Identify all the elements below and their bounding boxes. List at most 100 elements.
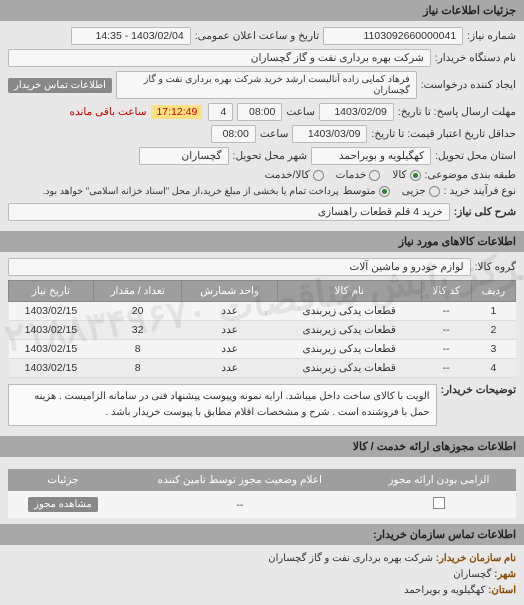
permits-section-body: الزامی بودن ارائه مجوزاعلام وضعیت مجوز ت… (0, 457, 524, 524)
footer-province-label: استان: (488, 585, 516, 596)
footer-city-value: گچساران (453, 569, 491, 580)
table-row: 3--قطعات یدکی زیربندیعدد81403/02/15 (9, 340, 516, 359)
province-value: کهگیلویه و بویراحمد (311, 147, 431, 165)
items-section-body: گروه کالا: لوازم خودرو و ماشین آلات ردیف… (0, 252, 524, 436)
category-radio-group: کالا خدمات کالا/خدمت (265, 169, 421, 181)
remain-days-value: 4 (208, 103, 233, 121)
table-cell: 8 (93, 340, 182, 359)
resp-date-value: 1403/02/09 (319, 103, 394, 121)
public-date-label: تاریخ و ساعت اعلان عمومی: (195, 30, 319, 42)
table-cell: 3 (471, 340, 515, 359)
radio-kala[interactable]: کالا (392, 169, 420, 181)
resp-time-value: 08:00 (237, 103, 282, 121)
footer-section-header: اطلاعات تماس سازمان خریدار: (0, 524, 524, 545)
packing-label: طبقه بندی موضوعی: (425, 169, 516, 181)
city-label: شهر محل تحویل: (233, 150, 308, 162)
table-row: 1--قطعات یدکی زیربندیعدد201403/02/15 (9, 302, 516, 321)
table-cell: 1 (471, 302, 515, 321)
permits-header-row: الزامی بودن ارائه مجوزاعلام وضعیت مجوز ت… (8, 469, 516, 491)
requester-label: ایجاد کننده درخواست: (421, 79, 516, 91)
req-no-value: 1103092660000041 (323, 27, 463, 45)
items-table: ردیفکد کالانام کالاواحد شمارشتعداد / مقد… (8, 280, 516, 378)
buyer-contact-button[interactable]: اطلاعات تماس خریدار (8, 78, 112, 93)
table-cell: -- (421, 321, 471, 340)
table-cell: 2 (471, 321, 515, 340)
table-cell: قطعات یدکی زیربندی (277, 340, 421, 359)
group-label: گروه کالا: (475, 261, 516, 273)
time-label-2: ساعت (260, 128, 289, 140)
city-value: گچساران (139, 147, 229, 165)
group-value: لوازم خودرو و ماشین آلات (8, 258, 471, 276)
permit-details-cell: مشاهده مجوز (8, 491, 118, 518)
table-cell: قطعات یدکی زیربندی (277, 359, 421, 378)
footer-body: نام سازمان خریدار: شرکت بهره برداری نفت … (0, 545, 524, 605)
permit-mandatory-cell (362, 491, 516, 518)
permit-row: -- مشاهده مجوز (8, 491, 516, 518)
table-cell: عدد (182, 302, 277, 321)
radio-jozi[interactable]: جزیی (402, 185, 440, 197)
items-section-header: اطلاعات کالاهای مورد نیاز (0, 231, 524, 252)
radio-khadamat-label: خدمات (336, 169, 367, 181)
items-col-header: نام کالا (277, 281, 421, 302)
org-name-label: نام سازمان خریدار: (436, 553, 516, 564)
remaining-suffix: ساعت باقی مانده (69, 106, 146, 118)
valid-time-value: 08:00 (211, 125, 256, 143)
table-cell: عدد (182, 321, 277, 340)
requester-value: فرهاد کمایی زاده آنالیست ارشد خرید شرکت … (116, 71, 417, 99)
permit-status-cell: -- (118, 491, 362, 518)
radio-kala-khadamat[interactable]: کالا/خدمت (265, 169, 324, 181)
checkbox-icon[interactable] (433, 497, 445, 509)
items-col-header: تعداد / مقدار (93, 281, 182, 302)
radio-dot-icon (379, 186, 390, 197)
table-cell: -- (421, 302, 471, 321)
valid-deadline-label: حداقل تاریخ اعتبار قیمت: تا تاریخ: (371, 128, 516, 140)
details-section-header: جزئیات اطلاعات نیاز (0, 0, 524, 21)
remaining-label: 17:12:49 ساعت باقی مانده (69, 106, 204, 118)
table-cell: عدد (182, 359, 277, 378)
footer-province-value: کهگیلویه و بویراحمد (404, 585, 485, 596)
radio-jozi-label: جزیی (402, 185, 426, 197)
table-row: 2--قطعات یدکی زیربندیعدد321403/02/15 (9, 321, 516, 340)
valid-date-value: 1403/03/09 (292, 125, 367, 143)
table-cell: 8 (93, 359, 182, 378)
items-header-row: ردیفکد کالانام کالاواحد شمارشتعداد / مقد… (9, 281, 516, 302)
details-section-body: شماره نیاز: 1103092660000041 تاریخ و ساع… (0, 21, 524, 231)
table-cell: 4 (471, 359, 515, 378)
table-cell: -- (421, 359, 471, 378)
table-cell: عدد (182, 340, 277, 359)
radio-dot-icon (410, 170, 421, 181)
radio-khadamat[interactable]: خدمات (336, 169, 381, 181)
radio-dot-icon (429, 186, 440, 197)
radio-motevasset-label: متوسط (343, 185, 376, 197)
table-cell: 32 (93, 321, 182, 340)
table-cell: 1403/02/15 (9, 321, 94, 340)
table-cell: 20 (93, 302, 182, 321)
items-col-header: کد کالا (421, 281, 471, 302)
permits-table: الزامی بودن ارائه مجوزاعلام وضعیت مجوز ت… (8, 469, 516, 518)
view-permit-button[interactable]: مشاهده مجوز (28, 497, 98, 512)
buyer-name-value: شرکت بهره برداری نفت و گاز گچساران (8, 49, 431, 67)
org-name-value: شرکت بهره برداری نفت و گاز گچساران (268, 553, 433, 564)
resp-deadline-label: مهلت ارسال پاسخ: تا تاریخ: (398, 106, 516, 118)
radio-kala-khadamat-label: کالا/خدمت (265, 169, 310, 181)
remain-clock: 17:12:49 (151, 105, 202, 119)
perm-col-header: اعلام وضعیت مجوز توسط تامین کننده (118, 469, 362, 491)
buy-process-note: پرداخت تمام یا بخشی از مبلغ خرید،از محل … (43, 186, 339, 197)
buyer-notes-label: توضیحات خریدار: (441, 384, 516, 396)
table-cell: قطعات یدکی زیربندی (277, 321, 421, 340)
footer-city-label: شهر: (494, 569, 516, 580)
need-desc-value: خرید 4 قلم قطعات راهسازی (8, 203, 450, 221)
items-col-header: ردیف (471, 281, 515, 302)
table-cell: 1403/02/15 (9, 302, 94, 321)
perm-col-header: الزامی بودن ارائه مجوز (362, 469, 516, 491)
radio-motevasset[interactable]: متوسط (343, 185, 390, 197)
table-row: 4--قطعات یدکی زیربندیعدد81403/02/15 (9, 359, 516, 378)
time-label-1: ساعت (286, 106, 315, 118)
radio-kala-label: کالا (392, 169, 406, 181)
process-radio-group: جزیی متوسط (343, 185, 440, 197)
radio-dot-icon (369, 170, 380, 181)
table-cell: 1403/02/15 (9, 359, 94, 378)
items-col-header: تاریخ نیاز (9, 281, 94, 302)
req-no-label: شماره نیاز: (467, 30, 516, 42)
province-label: استان محل تحویل: (435, 150, 516, 162)
